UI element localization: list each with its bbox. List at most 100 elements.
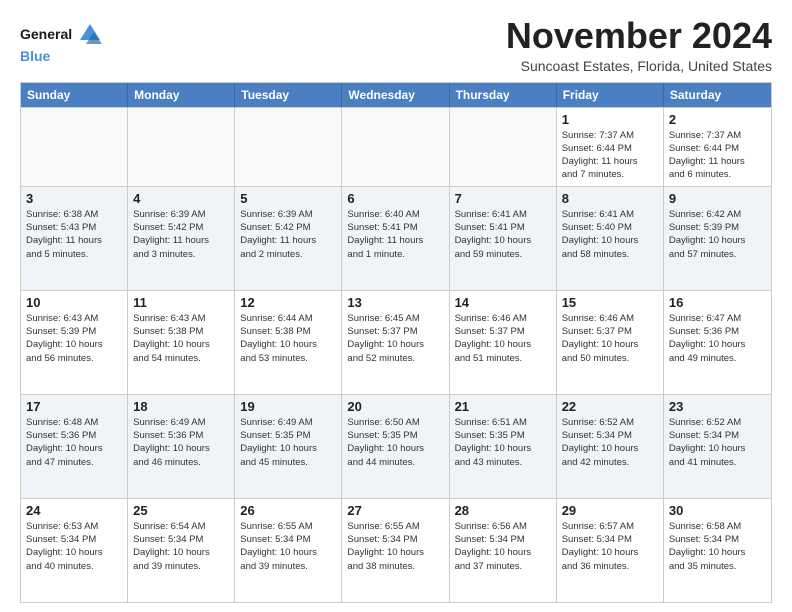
- day-number: 30: [669, 503, 766, 518]
- day-cell-19: 19Sunrise: 6:49 AM Sunset: 5:35 PM Dayli…: [235, 395, 342, 498]
- calendar-header: SundayMondayTuesdayWednesdayThursdayFrid…: [21, 83, 771, 107]
- day-cell-11: 11 Sunrise: 6:43 AM Sunset: 5:38 PM Dayli…: [128, 291, 235, 394]
- weekday-header-wednesday: Wednesday: [342, 83, 449, 107]
- day-number: 17: [26, 399, 122, 414]
- day-number: 20: [347, 399, 443, 414]
- day-number: 22: [562, 399, 658, 414]
- day-info: Sunrise: 6:42 AM Sunset: 5:39 PM Dayligh…: [669, 208, 766, 261]
- day-number: 15: [562, 295, 658, 310]
- day-cell-10: 10 Sunrise: 6:43 AM Sunset: 5:39 PM Dayli…: [21, 291, 128, 394]
- day-info: Sunrise: 6:41 AM Sunset: 5:40 PM Dayligh…: [562, 208, 658, 261]
- day-number: 5: [240, 191, 336, 206]
- day-info: Sunrise: 6:48 AM Sunset: 5:36 PM Dayligh…: [26, 416, 122, 469]
- day-cell-17: 17 Sunrise: 6:48 AM Sunset: 5:36 PM Dayli…: [21, 395, 128, 498]
- day-number: 27: [347, 503, 443, 518]
- day-number: 13: [347, 295, 443, 310]
- day-number: 16: [669, 295, 766, 310]
- empty-cell: [128, 108, 235, 186]
- day-info: Sunrise: 6:41 AM Sunset: 5:41 PM Dayligh…: [455, 208, 551, 261]
- day-cell-15: 15 Sunrise: 6:46 AM Sunset: 5:37 PM Dayli…: [557, 291, 664, 394]
- day-info: Sunrise: 6:51 AM Sunset: 5:35 PM Dayligh…: [455, 416, 551, 469]
- empty-cell: [342, 108, 449, 186]
- day-number: 29: [562, 503, 658, 518]
- calendar: SundayMondayTuesdayWednesdayThursdayFrid…: [20, 82, 772, 603]
- day-info: Sunrise: 6:39 AM Sunset: 5:42 PM Dayligh…: [133, 208, 229, 261]
- logo-text-blue: Blue: [20, 48, 50, 64]
- weekday-header-saturday: Saturday: [664, 83, 771, 107]
- logo: General Blue: [20, 20, 104, 66]
- day-cell-13: 13 Sunrise: 6:45 AM Sunset: 5:37 PM Dayli…: [342, 291, 449, 394]
- day-cell-1: 1 Sunrise: 7:37 AM Sunset: 6:44 PM Daylig…: [557, 108, 664, 186]
- day-cell-20: 20 Sunrise: 6:50 AM Sunset: 5:35 PM Dayli…: [342, 395, 449, 498]
- day-info: Sunrise: 6:50 AM Sunset: 5:35 PM Dayligh…: [347, 416, 443, 469]
- day-cell-22: 22 Sunrise: 6:52 AM Sunset: 5:34 PM Dayli…: [557, 395, 664, 498]
- day-info: Sunrise: 6:55 AM Sunset: 5:34 PM Dayligh…: [347, 520, 443, 573]
- day-info: Sunrise: 6:47 AM Sunset: 5:36 PM Dayligh…: [669, 312, 766, 365]
- location: Suncoast Estates, Florida, United States: [506, 58, 772, 74]
- empty-cell: [450, 108, 557, 186]
- day-cell-24: 24 Sunrise: 6:53 AM Sunset: 5:34 PM Dayli…: [21, 499, 128, 602]
- empty-cell: [235, 108, 342, 186]
- day-cell-29: 29 Sunrise: 6:57 AM Sunset: 5:34 PM Dayli…: [557, 499, 664, 602]
- day-cell-8: 8 Sunrise: 6:41 AM Sunset: 5:40 PM Daylig…: [557, 187, 664, 290]
- day-cell-23: 23 Sunrise: 6:52 AM Sunset: 5:34 PM Dayli…: [664, 395, 771, 498]
- day-cell-21: 21 Sunrise: 6:51 AM Sunset: 5:35 PM Dayli…: [450, 395, 557, 498]
- title-block: November 2024 Suncoast Estates, Florida,…: [506, 16, 772, 74]
- day-info: Sunrise: 6:53 AM Sunset: 5:34 PM Dayligh…: [26, 520, 122, 573]
- day-number: 25: [133, 503, 229, 518]
- day-cell-5: 5 Sunrise: 6:39 AM Sunset: 5:42 PM Daylig…: [235, 187, 342, 290]
- day-cell-28: 28Sunrise: 6:56 AM Sunset: 5:34 PM Dayli…: [450, 499, 557, 602]
- day-number: 2: [669, 112, 766, 127]
- day-cell-2: 2 Sunrise: 7:37 AM Sunset: 6:44 PM Daylig…: [664, 108, 771, 186]
- day-cell-30: 30 Sunrise: 6:58 AM Sunset: 5:34 PM Dayli…: [664, 499, 771, 602]
- day-info: Sunrise: 6:40 AM Sunset: 5:41 PM Dayligh…: [347, 208, 443, 261]
- calendar-body: 1 Sunrise: 7:37 AM Sunset: 6:44 PM Daylig…: [21, 107, 771, 602]
- logo-text: General: [20, 26, 72, 43]
- day-info: Sunrise: 6:45 AM Sunset: 5:37 PM Dayligh…: [347, 312, 443, 365]
- day-info: Sunrise: 6:52 AM Sunset: 5:34 PM Dayligh…: [669, 416, 766, 469]
- day-info: Sunrise: 6:49 AM Sunset: 5:36 PM Dayligh…: [133, 416, 229, 469]
- day-info: Sunrise: 6:55 AM Sunset: 5:34 PM Dayligh…: [240, 520, 336, 573]
- day-cell-7: 7Sunrise: 6:41 AM Sunset: 5:41 PM Daylig…: [450, 187, 557, 290]
- month-title: November 2024: [506, 16, 772, 56]
- day-info: Sunrise: 7:37 AM Sunset: 6:44 PM Dayligh…: [669, 129, 766, 182]
- day-number: 12: [240, 295, 336, 310]
- day-number: 11: [133, 295, 229, 310]
- day-cell-18: 18 Sunrise: 6:49 AM Sunset: 5:36 PM Dayli…: [128, 395, 235, 498]
- day-info: Sunrise: 6:56 AM Sunset: 5:34 PM Dayligh…: [455, 520, 551, 573]
- day-number: 23: [669, 399, 766, 414]
- weekday-header-monday: Monday: [128, 83, 235, 107]
- day-info: Sunrise: 6:49 AM Sunset: 5:35 PM Dayligh…: [240, 416, 336, 469]
- day-info: Sunrise: 7:37 AM Sunset: 6:44 PM Dayligh…: [562, 129, 658, 182]
- day-number: 3: [26, 191, 122, 206]
- day-info: Sunrise: 6:58 AM Sunset: 5:34 PM Dayligh…: [669, 520, 766, 573]
- day-number: 1: [562, 112, 658, 127]
- day-info: Sunrise: 6:39 AM Sunset: 5:42 PM Dayligh…: [240, 208, 336, 261]
- day-info: Sunrise: 6:52 AM Sunset: 5:34 PM Dayligh…: [562, 416, 658, 469]
- logo-icon: [76, 20, 104, 48]
- day-cell-12: 12 Sunrise: 6:44 AM Sunset: 5:38 PM Dayli…: [235, 291, 342, 394]
- header: General Blue November 2024 Suncoast Esta…: [20, 16, 772, 74]
- day-number: 21: [455, 399, 551, 414]
- weekday-header-thursday: Thursday: [450, 83, 557, 107]
- day-info: Sunrise: 6:46 AM Sunset: 5:37 PM Dayligh…: [562, 312, 658, 365]
- day-number: 9: [669, 191, 766, 206]
- weekday-header-sunday: Sunday: [21, 83, 128, 107]
- day-number: 6: [347, 191, 443, 206]
- day-cell-4: 4Sunrise: 6:39 AM Sunset: 5:42 PM Daylig…: [128, 187, 235, 290]
- weekday-header-friday: Friday: [557, 83, 664, 107]
- day-number: 10: [26, 295, 122, 310]
- day-info: Sunrise: 6:57 AM Sunset: 5:34 PM Dayligh…: [562, 520, 658, 573]
- day-cell-26: 26 Sunrise: 6:55 AM Sunset: 5:34 PM Dayli…: [235, 499, 342, 602]
- day-info: Sunrise: 6:43 AM Sunset: 5:38 PM Dayligh…: [133, 312, 229, 365]
- day-number: 26: [240, 503, 336, 518]
- day-info: Sunrise: 6:38 AM Sunset: 5:43 PM Dayligh…: [26, 208, 122, 261]
- day-number: 18: [133, 399, 229, 414]
- day-cell-3: 3 Sunrise: 6:38 AM Sunset: 5:43 PM Daylig…: [21, 187, 128, 290]
- day-number: 14: [455, 295, 551, 310]
- day-cell-9: 9 Sunrise: 6:42 AM Sunset: 5:39 PM Daylig…: [664, 187, 771, 290]
- day-info: Sunrise: 6:44 AM Sunset: 5:38 PM Dayligh…: [240, 312, 336, 365]
- day-number: 8: [562, 191, 658, 206]
- day-number: 24: [26, 503, 122, 518]
- day-info: Sunrise: 6:43 AM Sunset: 5:39 PM Dayligh…: [26, 312, 122, 365]
